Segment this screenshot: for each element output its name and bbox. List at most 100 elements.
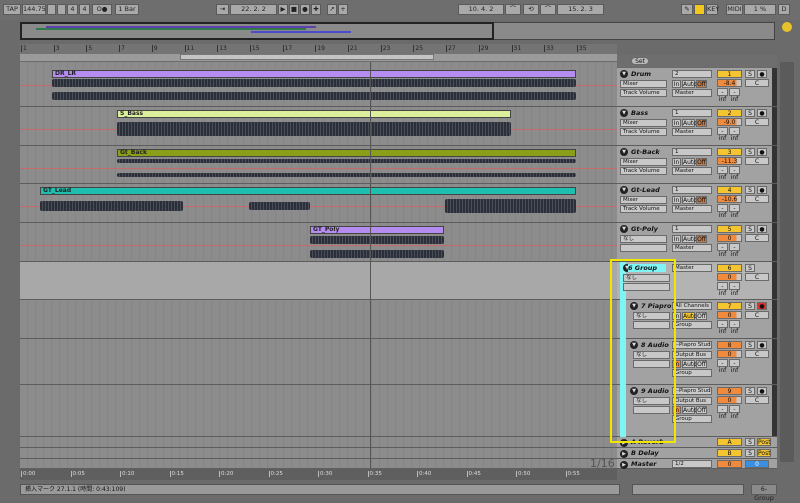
track-activator[interactable]: 9 <box>717 387 742 395</box>
arrangement-track-lane[interactable]: GT_Poly <box>20 223 617 262</box>
master-track-header[interactable]: ▶ Master 1/2 0 0 <box>617 459 777 469</box>
punch-in-button[interactable]: ⌒ <box>505 4 521 15</box>
monitor-off-button[interactable]: Off <box>696 119 707 127</box>
output-chooser[interactable]: Group <box>672 415 712 423</box>
send-b-knob[interactable]: -inf <box>729 359 740 374</box>
monitor-auto-button[interactable]: Auto <box>682 360 697 368</box>
track-header[interactable]: ▼ Drum Mixer Track Volume 2 In Auto Off Master 1 S… <box>617 68 777 107</box>
track-activator[interactable]: 8 <box>717 341 742 349</box>
monitor-in-button[interactable]: In <box>672 235 681 243</box>
position-field[interactable]: 22. 2. 2 <box>230 4 277 15</box>
arm-button[interactable]: ● <box>757 186 767 194</box>
loop-button[interactable]: ⟲ <box>523 4 539 15</box>
time-ruler[interactable]: 0:00 0:05 0:10 0:15 0:20 0:25 0:30 0:35 0:40 0:45… <box>20 468 617 480</box>
monitor-off-button[interactable]: Off <box>696 80 707 88</box>
clip-header[interactable]: DR_LR <box>52 70 576 78</box>
follow-button[interactable]: ⇥ <box>216 4 229 15</box>
arrangement-track-lane[interactable] <box>20 448 617 459</box>
arrangement-track-lane[interactable] <box>20 339 617 385</box>
track-activator[interactable]: 5 <box>717 225 742 233</box>
solo-button[interactable]: S <box>745 341 755 349</box>
monitor-in-button[interactable]: In <box>672 196 681 204</box>
track-header[interactable]: ▼ Gt-Lead Mixer Track Volume 1 In Auto Off Maste… <box>617 184 777 223</box>
stop-button[interactable]: ■ <box>289 4 299 15</box>
send-a-knob[interactable]: -inf <box>717 88 728 103</box>
send-a-knob[interactable]: -inf <box>717 204 728 219</box>
volume-slider[interactable]: 0 <box>717 273 742 281</box>
quantize-select[interactable]: 1 Bar <box>115 4 139 15</box>
arrangement-view[interactable]: DR_LR S_Bass Gt_Back GT_Lead GT_Poly <box>20 62 617 469</box>
nudge-up-button[interactable] <box>57 4 66 15</box>
overdub-button[interactable]: ✚ <box>311 4 321 15</box>
send-a-knob[interactable]: -inf <box>717 127 728 142</box>
send-a-knob[interactable]: -inf <box>717 243 728 258</box>
input-type-chooser[interactable]: 1 <box>672 109 712 117</box>
send-b-knob[interactable]: -inf <box>729 320 740 335</box>
overview-selection[interactable] <box>20 22 494 40</box>
volume-slider[interactable]: 0 <box>717 311 742 319</box>
draw-mode-icon[interactable]: ✎ <box>681 4 693 15</box>
computer-midi-keyboard-button[interactable] <box>694 4 705 15</box>
track-activator[interactable]: 7 <box>717 302 742 310</box>
arm-button[interactable]: ● <box>757 341 767 349</box>
track-name[interactable]: Bass <box>631 109 648 117</box>
send-a-knob[interactable]: -inf <box>717 320 728 335</box>
output-chooser[interactable]: Master <box>672 264 712 272</box>
input-type-chooser[interactable]: 1 <box>672 186 712 194</box>
send-b-knob[interactable]: -inf <box>729 88 740 103</box>
arrangement-track-lane[interactable] <box>20 262 617 300</box>
clip-header[interactable]: S_Bass <box>117 110 511 118</box>
volume-slider[interactable]: -8.4 <box>717 79 742 87</box>
track-activator[interactable]: B <box>717 449 742 457</box>
track-name[interactable]: Gt-Poly <box>631 225 658 233</box>
play-button[interactable]: ▶ <box>278 4 288 15</box>
monitor-auto-button[interactable]: Auto <box>682 235 697 243</box>
solo-button[interactable]: S <box>745 302 755 310</box>
control-chooser[interactable]: Track Volume <box>620 167 667 175</box>
output-chooser[interactable]: Group <box>672 321 712 329</box>
pan-slider[interactable]: C <box>745 311 769 319</box>
monitor-auto-button[interactable]: Auto <box>682 80 697 88</box>
track-name[interactable]: Master <box>631 460 656 468</box>
monitor-auto-button[interactable]: Auto <box>682 406 697 414</box>
output-chooser[interactable]: Master <box>672 128 712 136</box>
return-track-header[interactable]: ▶ B Delay B S Post <box>617 448 777 459</box>
show-arrangement-icon[interactable] <box>782 22 792 32</box>
nudge-down-button[interactable] <box>47 4 56 15</box>
monitor-off-button[interactable]: Off <box>696 235 707 243</box>
loop-brace[interactable] <box>180 54 434 60</box>
clip-header[interactable]: Gt_Back <box>117 149 576 157</box>
arm-button[interactable]: ● <box>757 225 767 233</box>
solo-button[interactable]: S <box>745 449 755 457</box>
device-chooser[interactable]: なし <box>620 235 667 243</box>
track-header[interactable]: ▼ Gt-Back Mixer Track Volume 1 In Auto Off Maste… <box>617 146 777 184</box>
send-a-knob[interactable]: -inf <box>717 282 728 297</box>
monitor-off-button[interactable]: Off <box>696 360 707 368</box>
send-b-knob[interactable]: -inf <box>729 166 740 181</box>
input-type-chooser[interactable]: --Piapro Studio <box>672 341 712 349</box>
tempo-field[interactable]: 144.75 <box>22 4 46 15</box>
monitor-in-button[interactable]: In <box>672 158 681 166</box>
punch-out-button[interactable]: ⌒ <box>540 4 556 15</box>
loop-brace-bar[interactable] <box>20 54 617 61</box>
track-activator[interactable]: 3 <box>717 148 742 156</box>
send-a-knob[interactable]: -inf <box>717 166 728 181</box>
send-b-knob[interactable]: -inf <box>729 405 740 420</box>
control-chooser[interactable]: Track Volume <box>620 89 667 97</box>
track-name[interactable]: Drum <box>631 70 651 78</box>
output-chooser[interactable]: Master <box>672 244 712 252</box>
volume-slider[interactable]: -10.6 <box>717 195 742 203</box>
solo-button[interactable]: S <box>745 186 755 194</box>
input-channel-chooser[interactable]: Output Bus <box>672 351 712 359</box>
volume-slider[interactable]: -11.3 <box>717 157 742 165</box>
send-a-knob[interactable]: -inf <box>717 359 728 374</box>
monitor-in-button[interactable]: In <box>672 80 681 88</box>
control-chooser[interactable] <box>620 244 667 252</box>
vertical-scrollbar[interactable] <box>780 62 794 462</box>
automation-arm-button[interactable]: ↗ <box>327 4 337 15</box>
track-activator[interactable]: 2 <box>717 109 742 117</box>
pan-slider[interactable]: C <box>745 79 769 87</box>
pan-slider[interactable]: C <box>745 118 769 126</box>
fold-icon[interactable]: ▼ <box>620 186 628 194</box>
fold-icon[interactable]: ▼ <box>620 70 628 78</box>
